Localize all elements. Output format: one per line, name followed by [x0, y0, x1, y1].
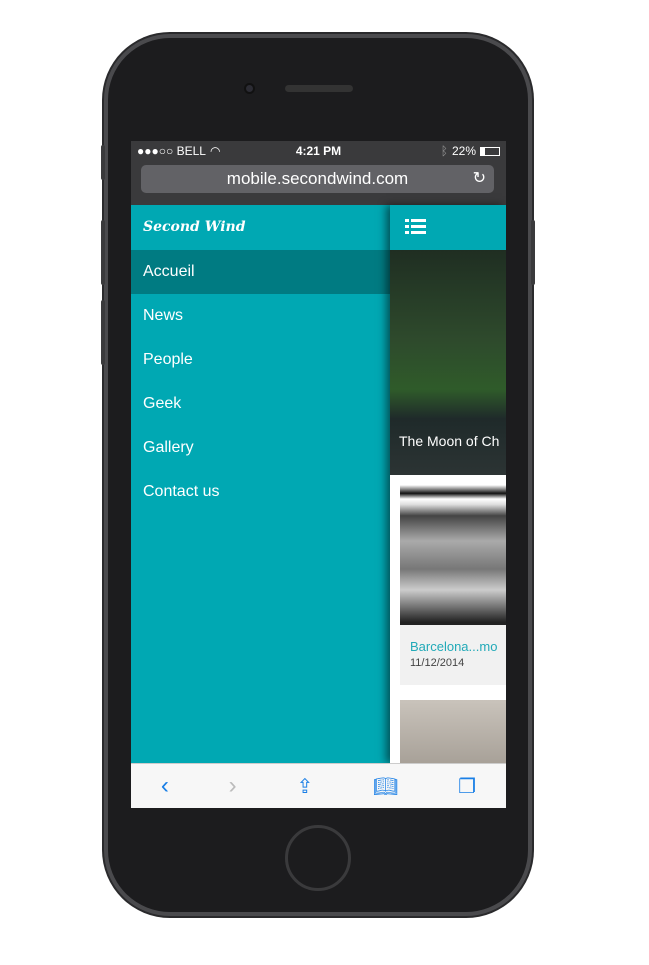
power-button — [531, 220, 535, 285]
forward-icon[interactable]: › — [229, 772, 237, 800]
share-icon[interactable]: ⇪ — [296, 774, 313, 799]
article-title[interactable]: Barcelona...mo — [400, 625, 506, 654]
menu-item-accueil[interactable]: Accueil — [131, 250, 390, 294]
tabs-icon[interactable]: ❐ — [458, 774, 476, 799]
status-bar: ●●●○○ BELL ︎◠ 4:21 PM ᛒ 22% — [131, 141, 506, 161]
address-bar: mobile.secondwind.com ↻ — [131, 161, 506, 205]
side-menu: Second Wind Accueil News People Geek Gal… — [131, 205, 390, 763]
article-date: 11/12/2014 — [410, 657, 465, 669]
front-camera — [244, 83, 255, 94]
hero-article[interactable]: The Moon of Ch — [390, 250, 506, 475]
back-icon[interactable]: ‹ — [161, 772, 169, 800]
page-content: The Moon of Ch Barcelona...mo 11/12/2014 — [390, 205, 506, 780]
mute-switch — [101, 145, 105, 180]
top-bar — [390, 205, 506, 250]
battery-icon — [480, 146, 500, 156]
menu-item-gallery[interactable]: Gallery — [131, 426, 390, 470]
hero-caption: The Moon of Ch — [399, 433, 500, 449]
time: 4:21 PM — [295, 144, 342, 158]
menu-item-news[interactable]: News — [131, 294, 390, 338]
bookmarks-icon[interactable]: 📖︎ — [373, 774, 398, 799]
volume-up-button — [101, 220, 105, 285]
menu-item-people[interactable]: People — [131, 338, 390, 382]
volume-down-button — [101, 300, 105, 365]
menu-toggle-icon[interactable] — [405, 219, 426, 237]
url-text: mobile.secondwind.com — [226, 169, 409, 188]
reload-icon[interactable]: ↻ — [473, 165, 486, 193]
article-image — [400, 485, 506, 625]
article-card[interactable]: Barcelona...mo 11/12/2014 — [400, 485, 506, 685]
home-button[interactable] — [285, 825, 351, 891]
menu-item-contact[interactable]: Contact us — [131, 470, 390, 514]
speaker — [285, 85, 353, 92]
menu-item-geek[interactable]: Geek — [131, 382, 390, 426]
screen: ●●●○○ BELL ︎◠ 4:21 PM ᛒ 22% mobile.second… — [131, 141, 506, 808]
browser-toolbar: ‹ › ⇪ 📖︎ ❐ — [131, 763, 506, 808]
url-field[interactable]: mobile.secondwind.com ↻ — [141, 165, 494, 193]
brand-logo[interactable]: Second Wind — [131, 205, 390, 250]
